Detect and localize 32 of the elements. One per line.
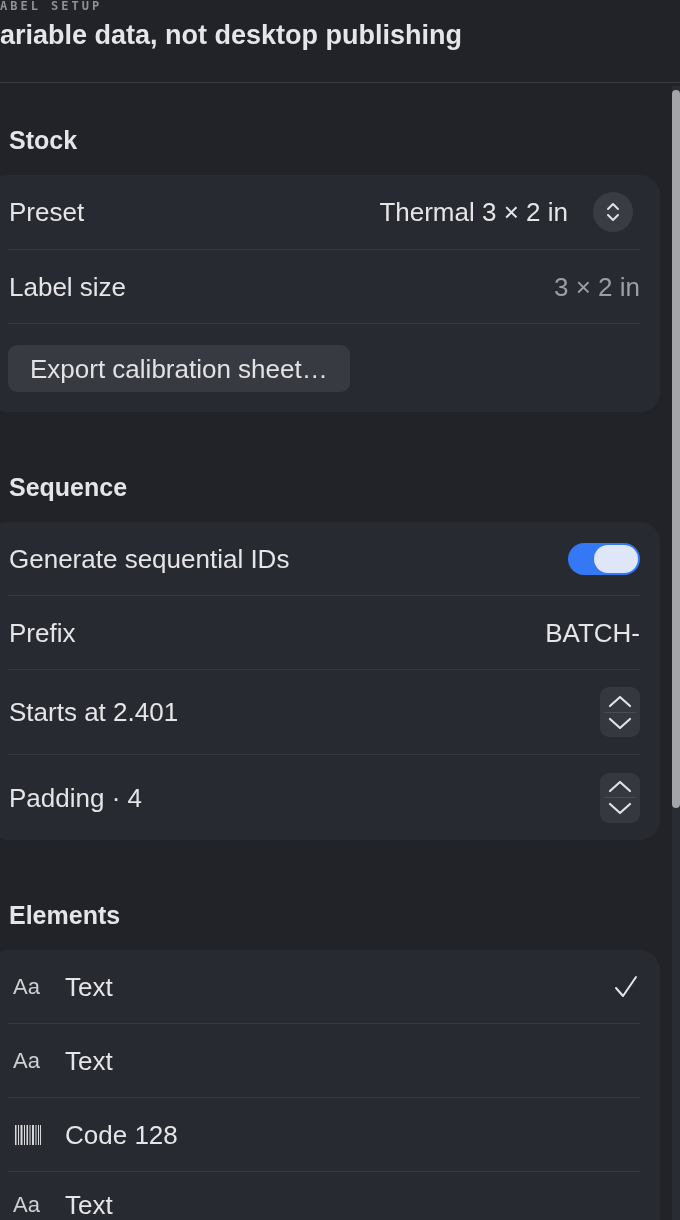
text-icon: Aa: [13, 971, 43, 1002]
setting-label: Label size: [9, 271, 127, 302]
setting-label: Preset: [9, 197, 85, 227]
element-list-item[interactable]: Aa Text: [8, 1172, 640, 1220]
chevron-down-icon: [608, 802, 632, 815]
chevron-down-icon: [608, 716, 632, 730]
page-title: ariable data, not desktop publishing: [0, 20, 463, 50]
section-heading: Sequence: [9, 472, 128, 502]
chevron-up-icon: [608, 780, 632, 793]
section-heading: Stock: [9, 125, 78, 155]
element-list-item[interactable]: Aa Text: [8, 950, 640, 1024]
element-list-item[interactable]: Aa Text: [8, 1024, 640, 1098]
preset-dropdown[interactable]: Thermal 3 × 2 in: [379, 192, 633, 232]
prefix-field[interactable]: BATCH-: [510, 617, 640, 648]
scrollbar-thumb[interactable]: [672, 90, 680, 808]
text-icon: Aa: [13, 1045, 43, 1076]
element-list-item[interactable]: Code 128: [8, 1098, 640, 1172]
setting-label: Generate sequential IDs: [9, 543, 290, 574]
stepper[interactable]: [600, 687, 640, 737]
setting-label: Prefix: [9, 617, 76, 648]
up-down-chevron-icon: [593, 192, 633, 232]
text-icon: Aa: [13, 1190, 43, 1220]
setting-value: 3 × 2 in: [554, 271, 640, 302]
stepper[interactable]: [600, 772, 640, 823]
export-button[interactable]: Export calibration sheet…: [8, 345, 350, 392]
setting-label: Starts at 2.401: [9, 697, 179, 727]
section-eyebrow: ABEL SETUP: [0, 0, 103, 12]
toggle-switch[interactable]: [568, 542, 640, 575]
chevron-up-icon: [608, 694, 632, 708]
barcode-icon: [15, 1124, 41, 1145]
section-heading: Elements: [9, 900, 121, 930]
setting-label: Padding · 4: [9, 782, 142, 813]
